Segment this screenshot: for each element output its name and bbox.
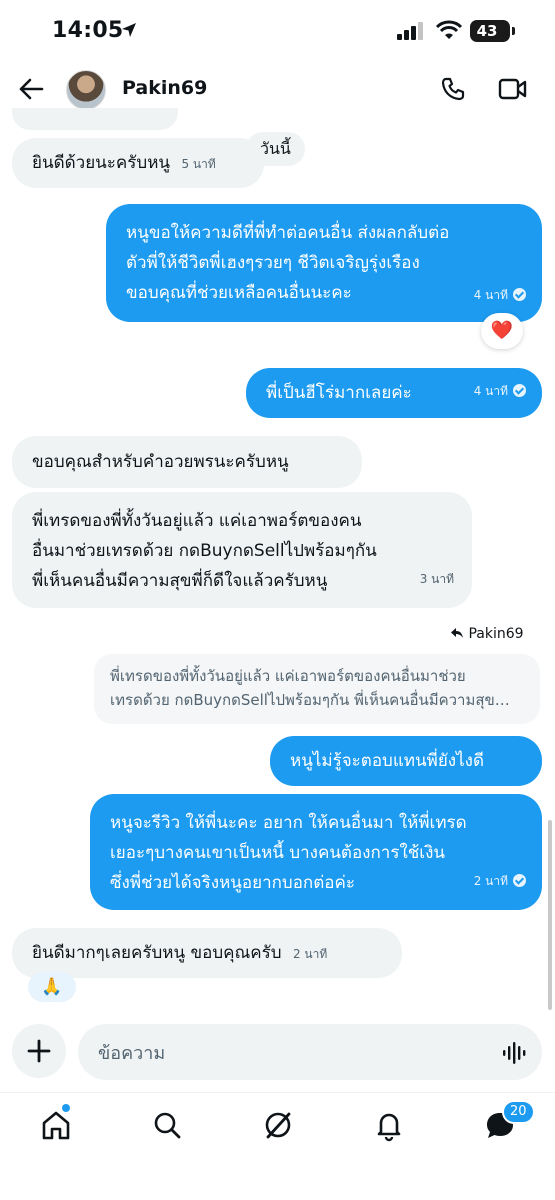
message-line: พี่เห็นคนอื่นมีความสุขพี่ก็ดีใจแล้วครับห… <box>32 571 328 591</box>
message-incoming[interactable]: ขอบคุณสำหรับคำอวยพรนะครับหนู <box>12 436 362 488</box>
notifications-bell-icon[interactable] <box>369 1105 409 1145</box>
message-time: 2 นาที <box>292 947 328 961</box>
message-input-placeholder: ข้อความ <box>98 1043 166 1064</box>
add-media-button[interactable] <box>12 1024 66 1078</box>
message-line: อื่นมาช่วยเทรดด้วย กดBuyกดSellไปพร้อมๆกั… <box>32 541 377 561</box>
message-line: ตัวพี่ให้ชีวิตพี่เฮงๆรวยๆ ชีวิตเจริญรุ่ง… <box>126 253 420 273</box>
read-check-icon <box>513 288 526 301</box>
message-incoming[interactable]: ยินดีมากๆเลยครับหนู ขอบคุณครับ 2 นาที <box>12 928 402 978</box>
status-bar: 14:05 43 <box>0 0 555 64</box>
messages-unread-badge: 20 <box>502 1100 535 1124</box>
battery-level: 43 <box>476 22 498 40</box>
message-text: พี่เป็นฮีโร่มากเลยค่ะ <box>266 383 412 403</box>
message-composer: ข้อความ <box>0 1020 555 1086</box>
message-line: เยอะๆบางคนเขาเป็นหนี้ บางคนต้องการใช้เงิ… <box>110 843 446 863</box>
quote-line: เทรดด้วย กดBuyกดSellไปพร้อมๆกัน พี่เห็นค… <box>110 691 510 709</box>
home-notification-dot <box>62 1104 70 1112</box>
quote-line: พี่เทรดของพี่ทั้งวันอยู่แล้ว แค่เอาพอร์ต… <box>110 667 466 685</box>
message-time: 2 นาที <box>474 866 526 896</box>
contact-avatar[interactable] <box>66 70 106 110</box>
contact-name[interactable]: Pakin69 <box>122 77 207 99</box>
message-text: หนูไม่รู้จะตอบแทนพี่ยังไงดี <box>290 751 484 771</box>
search-icon[interactable] <box>147 1105 187 1145</box>
message-text: ยินดีด้วยนะครับหนู <box>32 153 171 173</box>
status-time: 14:05 <box>52 18 124 43</box>
message-outgoing[interactable]: หนูไม่รู้จะตอบแทนพี่ยังไงดี <box>270 736 542 786</box>
message-incoming[interactable]: พี่เทรดของพี่ทั้งวันอยู่แล้ว แค่เอาพอร์ต… <box>12 492 472 608</box>
message-time: 5 นาที <box>181 157 216 171</box>
message-input[interactable]: ข้อความ <box>78 1024 542 1080</box>
home-icon[interactable] <box>36 1105 76 1145</box>
message-time-text: 4 นาที <box>473 384 508 398</box>
reaction-heart: ❤️ <box>490 320 514 341</box>
message-text: ยินดีมากๆเลยครับหนู ขอบคุณครับ <box>32 943 282 963</box>
message-time: 4 นาที <box>474 280 526 310</box>
wifi-icon <box>436 20 462 39</box>
location-arrow-icon <box>122 23 136 37</box>
bottom-tab-bar <box>0 1092 555 1200</box>
message-incoming[interactable]: ยินดีด้วยนะครับหนู 5 นาที <box>12 138 264 188</box>
grok-icon[interactable] <box>258 1105 298 1145</box>
voice-message-icon[interactable] <box>502 1041 528 1065</box>
previous-message-fragment <box>12 108 178 130</box>
reaction-badge[interactable]: ❤️ <box>481 313 523 349</box>
battery-icon: 43 <box>470 20 515 42</box>
reaction-badge[interactable]: 🙏 <box>28 972 76 1002</box>
message-line: หนูขอให้ความดีที่พี่ทำต่อคนอื่น ส่งผลกลั… <box>126 223 450 243</box>
cellular-signal-icon <box>397 22 423 40</box>
date-divider: วันนี้ <box>246 132 305 166</box>
message-text: ขอบคุณสำหรับคำอวยพรนะครับหนู <box>32 452 289 472</box>
message-outgoing[interactable]: พี่เป็นฮีโร่มากเลยค่ะ 4 นาที <box>246 368 542 418</box>
plus-icon <box>27 1039 51 1063</box>
message-time-text: 2 นาที <box>473 874 508 888</box>
message-time-text: 4 นาที <box>473 288 508 302</box>
message-time: 3 นาที <box>419 572 454 586</box>
video-call-icon[interactable] <box>498 77 528 101</box>
message-line: ซึ่งพี่ช่วยได้จริงหนูอยากบอกต่อค่ะ <box>110 873 355 893</box>
read-check-icon <box>513 874 526 887</box>
scrollbar[interactable] <box>548 820 552 1010</box>
reply-arrow-icon <box>451 628 463 638</box>
phone-call-icon[interactable] <box>440 76 466 102</box>
message-outgoing[interactable]: หนูขอให้ความดีที่พี่ทำต่อคนอื่น ส่งผลกลั… <box>106 204 542 322</box>
message-time: 4 นาที <box>474 376 526 406</box>
message-line: พี่เทรดของพี่ทั้งวันอยู่แล้ว แค่เอาพอร์ต… <box>32 511 362 531</box>
reply-to-name: Pakin69 <box>468 626 524 642</box>
reply-header: Pakin69 <box>450 626 524 642</box>
back-arrow-icon[interactable] <box>18 76 44 102</box>
reaction-pray: 🙏 <box>41 977 63 997</box>
quoted-message[interactable]: พี่เทรดของพี่ทั้งวันอยู่แล้ว แค่เอาพอร์ต… <box>94 654 540 724</box>
read-check-icon <box>513 384 526 397</box>
message-line: หนูจะรีวิว ให้พี่นะคะ อยาก ให้คนอื่นมา ใ… <box>110 813 467 833</box>
message-line: ขอบคุณที่ช่วยเหลือคนอื่นนะคะ <box>126 283 352 303</box>
message-outgoing[interactable]: หนูจะรีวิว ให้พี่นะคะ อยาก ให้คนอื่นมา ใ… <box>90 794 542 910</box>
